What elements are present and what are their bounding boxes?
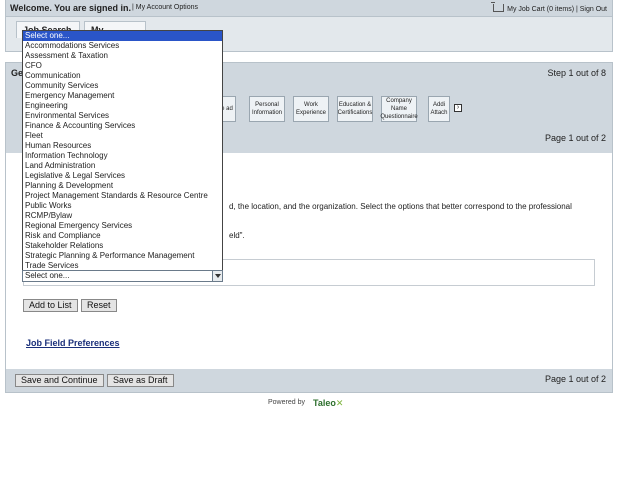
welcome-text: Welcome. You are signed in. — [10, 3, 132, 13]
dropdown-option[interactable]: Stakeholder Relations — [23, 241, 222, 251]
instruction-text-2: eld". — [229, 231, 245, 240]
page-indicator: Page 1 out of 2 — [544, 133, 606, 143]
job-field-select[interactable]: Select one... — [22, 270, 223, 282]
panel-footer: Save and Continue Save as Draft Page 1 o… — [6, 369, 612, 392]
chevron-down-icon[interactable] — [212, 271, 222, 281]
dropdown-option[interactable]: Engineering — [23, 101, 222, 111]
step-personal-information[interactable]: Personal Information — [249, 96, 285, 122]
step-additional-attachments[interactable]: Addi Attach — [428, 96, 450, 122]
dropdown-option[interactable]: Accommodations Services — [23, 41, 222, 51]
save-and-continue-button[interactable]: Save and Continue — [15, 374, 104, 387]
dropdown-option[interactable]: Assessment & Taxation — [23, 51, 222, 61]
dropdown-option[interactable]: Risk and Compliance — [23, 231, 222, 241]
dropdown-option[interactable]: Project Management Standards & Resource … — [23, 191, 222, 201]
dropdown-option[interactable]: Communication — [23, 71, 222, 81]
dropdown-option[interactable]: Public Works — [23, 201, 222, 211]
step-company-questionnaire[interactable]: Company Name Questionnaire — [380, 96, 418, 122]
sign-out-link[interactable]: Sign Out — [580, 6, 607, 13]
taleo-logo-text: Taleo — [313, 398, 336, 408]
job-cart-link[interactable]: My Job Cart (0 items) — [507, 6, 574, 13]
job-field-dropdown-list[interactable]: Select one... Accommodations Services Asse… — [22, 30, 223, 271]
dropdown-option[interactable]: Planning & Development — [23, 181, 222, 191]
dropdown-option[interactable]: Human Resources — [23, 141, 222, 151]
dropdown-option[interactable]: RCMP/Bylaw — [23, 211, 222, 221]
step-indicator: Step 1 out of 8 — [547, 68, 606, 78]
dropdown-option[interactable]: Legislative & Legal Services — [23, 171, 222, 181]
dropdown-option[interactable]: CFO — [23, 61, 222, 71]
taleo-x-icon: ✕ — [335, 398, 344, 408]
account-options-label[interactable]: My Account Options — [136, 4, 198, 11]
job-field-select-value: Select one... — [25, 271, 70, 280]
dropdown-option[interactable]: Community Services — [23, 81, 222, 91]
dropdown-option[interactable]: Land Administration — [23, 161, 222, 171]
cart-icon[interactable] — [491, 2, 505, 12]
reset-button[interactable]: Reset — [81, 299, 117, 312]
top-right-links: My Job Cart (0 items) | Sign Out — [491, 2, 607, 13]
top-bar: Welcome. You are signed in. | My Account… — [5, 0, 613, 17]
dropdown-option[interactable]: Environmental Services — [23, 111, 222, 121]
powered-by-text: Powered by — [268, 399, 305, 406]
job-field-preferences-link[interactable]: Job Field Preferences — [26, 338, 120, 348]
next-step-arrow-icon[interactable]: › — [454, 104, 462, 112]
footer-page-indicator: Page 1 out of 2 — [544, 374, 606, 384]
dropdown-option[interactable]: Select one... — [23, 31, 222, 41]
account-options-link[interactable]: | My Account Options — [132, 4, 198, 11]
dropdown-option[interactable]: Fleet — [23, 131, 222, 141]
dropdown-option[interactable]: Regional Emergency Services — [23, 221, 222, 231]
dropdown-option[interactable]: Emergency Management — [23, 91, 222, 101]
save-as-draft-button[interactable]: Save as Draft — [107, 374, 174, 387]
dropdown-option[interactable]: Strategic Planning & Performance Managem… — [23, 251, 222, 261]
dropdown-option[interactable]: Information Technology — [23, 151, 222, 161]
step-education-certifications[interactable]: Education & Certifications — [337, 96, 373, 122]
instruction-text: d, the location, and the organization. S… — [229, 202, 572, 211]
dropdown-option[interactable]: Finance & Accounting Services — [23, 121, 222, 131]
taleo-logo: Taleo✕ — [313, 398, 343, 409]
add-to-list-button[interactable]: Add to List — [23, 299, 78, 312]
step-work-experience[interactable]: Work Experience — [293, 96, 329, 122]
